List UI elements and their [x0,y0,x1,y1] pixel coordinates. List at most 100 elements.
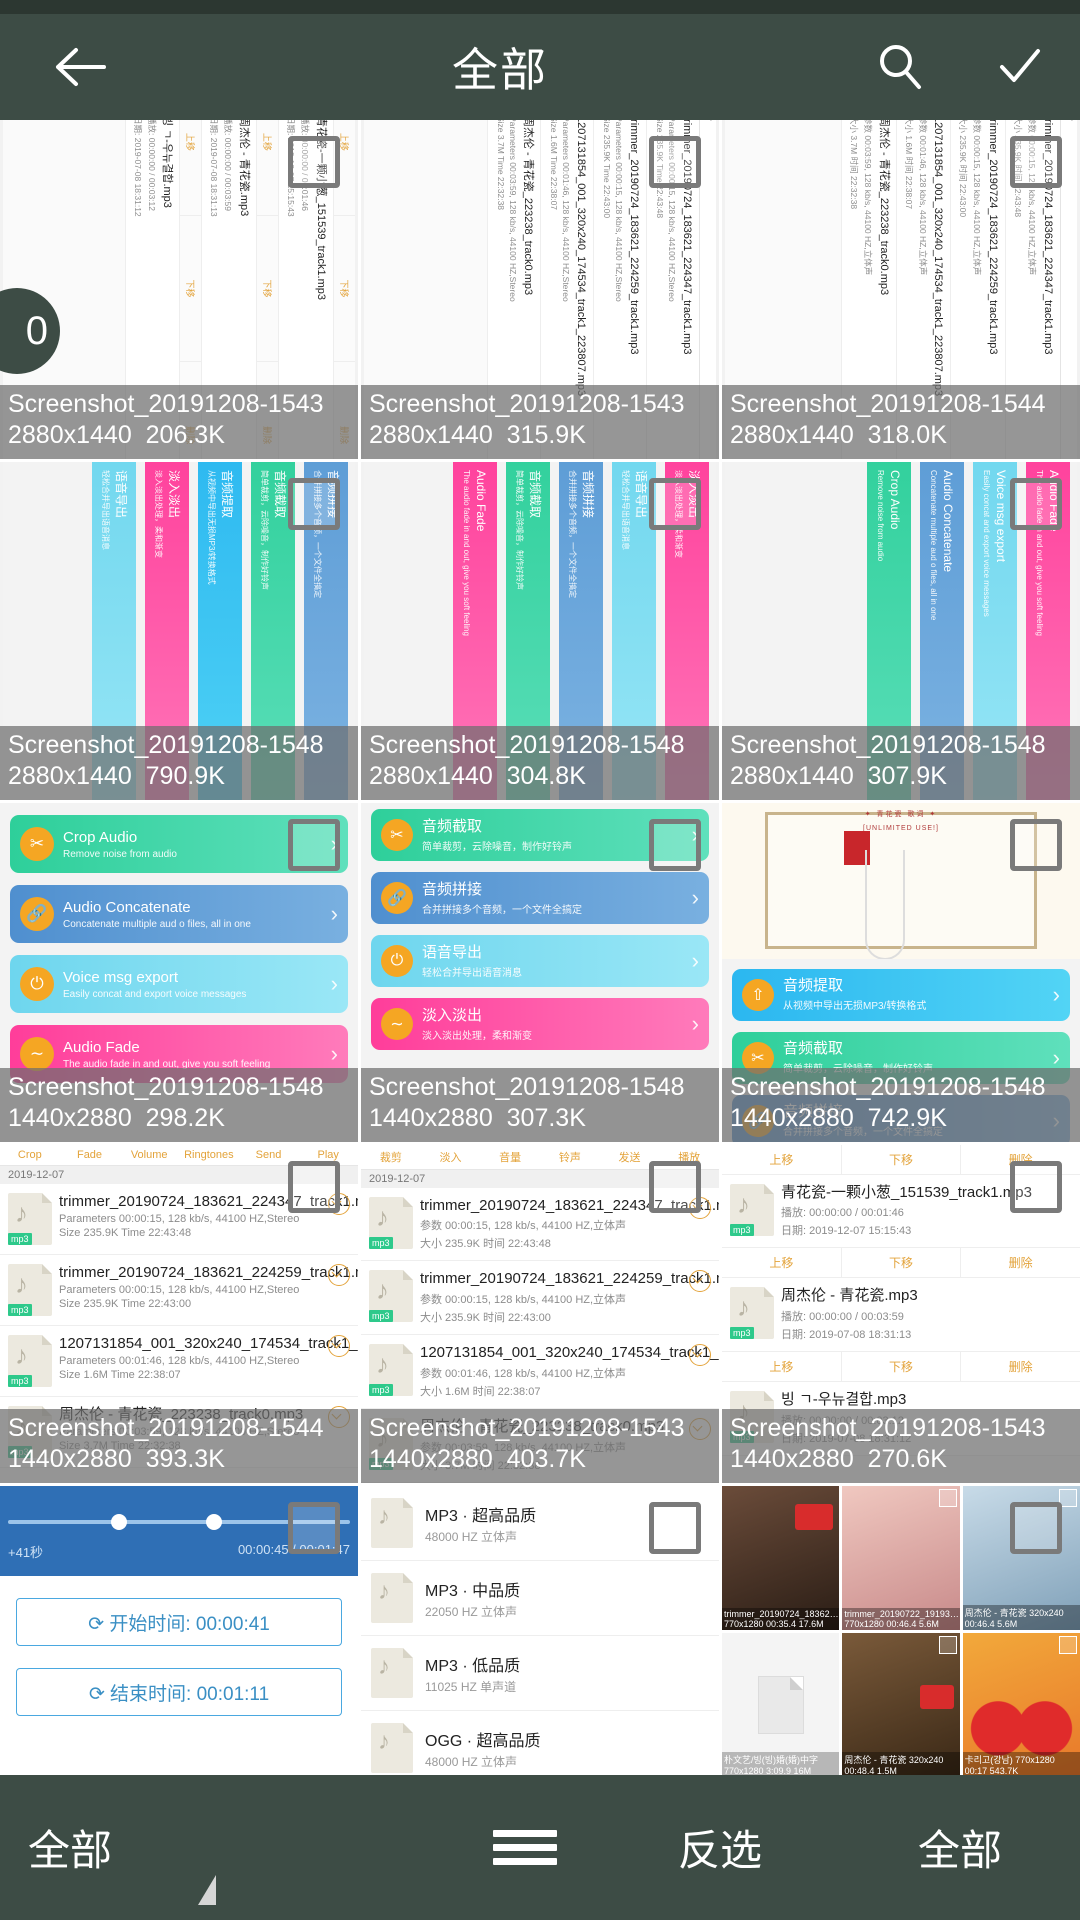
toolbar-play[interactable]: Play [298,1149,358,1161]
trim-slider-start-handle[interactable] [110,1514,127,1530]
mp3-file-icon: ♪mp3 [369,1344,413,1396]
item-caption: Screenshot_20191208-1544 1440x2880 393.3… [0,1409,358,1483]
invert-selection-button[interactable]: 反选 [600,1817,840,1878]
toolbar-fade[interactable]: Fade [60,1149,120,1161]
toolbar-volume-cn[interactable]: 音量 [480,1149,540,1165]
grid-partial-row[interactable]: +41秒 00:00:45 / 00:01:47 ⟳ 开始时间: 00:00:4… [0,1486,1080,1775]
quality-option[interactable]: ♪ MP3 · 中品质 22050 HZ 立体声 [361,1561,719,1636]
select-all-button[interactable]: 全部 [840,1817,1080,1878]
move-down-action[interactable]: 下移 [842,1352,962,1381]
feature-title: 音频提取 [783,977,844,995]
grid-item[interactable]: ♪ MP3 · 超高品质 48000 HZ 立体声 ♪ MP3 · 中品质 2205… [361,1486,719,1775]
item-checkbox[interactable] [649,1160,701,1213]
item-checkbox[interactable] [288,477,340,530]
expand-icon[interactable] [689,1270,711,1293]
audio-line1: Parameters 00:00:15, 128 kb/s, 44100 HZ,… [59,1284,300,1297]
start-time-field[interactable]: ⟳ 开始时间: 00:00:41 [16,1598,342,1646]
feature-card[interactable]: 🔗 Audio Concatenate Concatenate multiple … [10,885,348,943]
audio-line1: Parameters 00:00:15, 128 kb/s, 44100 HZ,… [59,1213,300,1226]
item-checkbox[interactable] [649,1502,701,1554]
toolbar-fade-cn[interactable]: 淡入 [421,1149,481,1165]
grid-item[interactable]: ✂ Crop Audio Remove noise from audio › 🔗 … [0,803,358,1142]
chevron-right-icon: › [691,885,699,910]
expand-icon[interactable] [328,1334,350,1357]
item-checkbox[interactable] [649,819,701,871]
grid-item[interactable]: 2019-12-07 ♪mp3 trimmer_20190724_183621_… [361,120,719,459]
editor-left-time: +41秒 [8,1545,44,1560]
gallery-checkbox[interactable] [1059,1636,1077,1654]
item-filename: Screenshot_20191208-1548 [369,1072,685,1101]
move-down-action[interactable]: 下移 [842,1248,962,1278]
toolbar-ringtones[interactable]: Ringtones [179,1149,239,1161]
item-checkbox[interactable] [649,477,701,530]
item-dimensions: 2880x1440 [369,762,493,790]
item-checkbox[interactable] [1010,819,1062,871]
feature-card[interactable]: ⏻ Voice msg export Easily concat and expo… [10,955,348,1013]
item-checkbox[interactable] [1010,477,1062,530]
screenshot-grid[interactable]: 上移 下移 删除 ♪mp3 青花瓷-一颗小葱_151539_track1.mp3… [0,120,1080,1483]
video-thumbnail[interactable]: 卡리고(강남) 770x1280 00:17 543.7K [962,1633,1080,1775]
document-thumbnail[interactable]: 朴文艺/빙(빙)婚(婚)中字 770x1280 3:09.9 16M [722,1633,840,1775]
quality-option[interactable]: ♪ OGG · 超高品质 48000 HZ 立体声 [361,1711,719,1775]
grid-item[interactable]: ✦ 青花瓷 歌词 ✦ [UNLIMITED USE!] ⇧ 音频提取 从视频中导出… [722,803,1080,1142]
grid-item[interactable]: 上移 下移 删除 ♪mp3 青花瓷-一颗小葱_151539_track1.mp3… [0,120,358,459]
search-button[interactable] [840,41,960,93]
item-checkbox[interactable] [288,819,340,871]
delete-action[interactable]: 删除 [961,1352,1080,1381]
audio-title: 周杰伦 - 青花瓷.mp3 [781,1287,918,1305]
toolbar-ringtones-cn[interactable]: 铃声 [540,1149,600,1165]
feature-card[interactable]: ∼ 淡入淡出淡入淡出处理，柔和渐变 › [371,998,709,1050]
grid-item[interactable]: 裁剪 淡入 音量 铃声 发送 播放 2019-12-07 ♪ mp3 trimme… [361,1144,719,1483]
toolbar-crop[interactable]: Crop [0,1149,60,1161]
grid-item[interactable]: 🔗 音频拼接合并拼接多个音频，一个文件全搞定 › ✂ 音频截取简单裁剪，云除噪音… [0,461,358,800]
item-checkbox[interactable] [1010,1502,1062,1554]
item-caption: Screenshot_20191208-1548 2880x1440 790.9… [0,726,358,800]
grid-item[interactable]: 2019-12-07 ♪mp3 trimmer_20190724_183621_… [722,120,1080,459]
gallery-checkbox[interactable] [938,1636,957,1654]
end-time-field[interactable]: ⟳ 结束时间: 00:01:11 [16,1668,342,1716]
video-thumbnail[interactable]: trimmer_20190724_18362… 770x1280 00:35.4… [722,1486,840,1630]
item-caption: Screenshot_20191208-1548 2880x1440 307.9… [722,726,1080,800]
item-size: 742.9K [867,1103,947,1132]
filter-all-button[interactable]: 全部 [0,1817,300,1905]
move-down-action[interactable]: 下移 [842,1144,962,1174]
move-up-action[interactable]: 上移 [722,1352,842,1381]
item-checkbox[interactable] [288,1502,340,1554]
filter-all-label: 全部 [28,1827,113,1874]
expand-icon[interactable] [328,1263,350,1286]
move-up-action[interactable]: 上移 [722,1248,842,1278]
toolbar-volume[interactable]: Volume [119,1149,179,1161]
grid-item[interactable]: ∼ 淡入淡出淡入淡出处理，柔和渐变 › ⏻ 语音导出轻松合并导出语音消息 › 🔗… [361,461,719,800]
feature-subtitle: 合并拼接多个音频，一个文件全搞定 [422,904,582,916]
status-strip [0,0,1080,14]
feature-card[interactable]: 🔗 音频拼接合并拼接多个音频，一个文件全搞定 › [371,872,709,924]
quality-option[interactable]: ♪ MP3 · 低品质 11025 HZ 单声道 [361,1636,719,1711]
item-checkbox[interactable] [1010,136,1062,188]
toolbar-send[interactable]: Send [239,1149,299,1161]
gallery-checkbox[interactable] [938,1489,957,1507]
grid-item[interactable]: 上移 下移 删除 ♪mp3 青花瓷-一颗小葱_151539_track1.mp3… [722,1144,1080,1483]
video-thumbnail[interactable]: trimmer_20190722_19193… 770x1280 00:46.4… [842,1486,960,1630]
feature-card[interactable]: ⇧ 音频提取从视频中导出无损MP3/转换格式 › [732,968,1070,1021]
item-checkbox[interactable] [288,136,340,188]
item-checkbox[interactable] [649,136,701,188]
grid-item[interactable]: trimmer_20190724_18362… 770x1280 00:35.4… [722,1486,1080,1775]
grid-item[interactable]: Crop Fade Volume Ringtones Send Play 201… [0,1144,358,1483]
item-checkbox[interactable] [288,1160,340,1213]
trim-slider-end-handle[interactable] [206,1514,223,1530]
grid-item[interactable]: ✂ 音频截取 简单裁剪，云除噪音，制作好铃声 › 🔗 音频拼接 合并拼接多个音频，一… [361,803,719,1142]
grid-item[interactable]: +41秒 00:00:45 / 00:01:47 ⟳ 开始时间: 00:00:4… [0,1486,358,1775]
feature-card[interactable]: ⏻ 语音导出轻松合并导出语音消息 › [371,935,709,987]
move-up-action[interactable]: 上移 [722,1144,842,1174]
expand-icon[interactable] [689,1344,711,1366]
mp3-file-icon: ♪mp3 [8,1263,52,1316]
delete-action[interactable]: 删除 [961,1248,1080,1277]
item-checkbox[interactable] [1010,1160,1062,1213]
menu-button[interactable] [450,1823,600,1872]
video-thumbnail[interactable]: 周杰伦 - 青花瓷 320x240 00:48.4 1.5M [842,1633,960,1775]
back-button[interactable] [0,45,160,89]
audio-line2: 日期: 2019-12-07 15:15:43 [781,1225,912,1238]
grid-item[interactable]: ∼ Audio FadeThe audio fade in and out, g… [722,461,1080,800]
toolbar-crop-cn[interactable]: 裁剪 [361,1149,421,1165]
confirm-button[interactable] [960,41,1080,93]
